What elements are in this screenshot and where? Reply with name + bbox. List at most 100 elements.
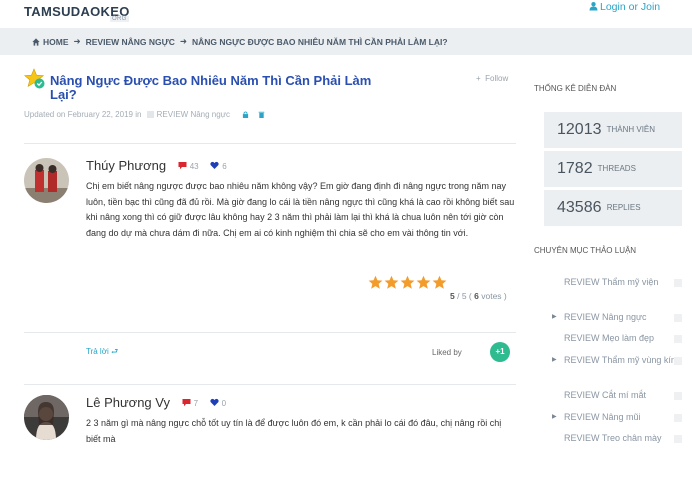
- reply-arrow-icon: ⮐: [110, 347, 119, 356]
- category-label: REVIEW Treo chân mày: [564, 433, 662, 443]
- home-icon: [32, 37, 40, 46]
- category-item[interactable]: ▶REVIEW Thẩm mỹ viện: [564, 275, 684, 289]
- post-body: Chị em biết nâng ngược được bao nhiêu nă…: [86, 181, 515, 238]
- breadcrumb-section[interactable]: REVIEW NÂNG NGỰC: [86, 37, 175, 47]
- reply-label: Trả lời: [86, 347, 109, 356]
- rating-stars[interactable]: [368, 275, 447, 290]
- login-link[interactable]: Login or Join: [589, 1, 660, 13]
- trash-icon[interactable]: [258, 111, 265, 118]
- plus-icon: +: [476, 74, 481, 83]
- category-label: REVIEW Mẹo làm đẹp: [564, 333, 655, 343]
- login-label: Login or Join: [600, 1, 661, 13]
- user-icon: [589, 2, 598, 11]
- caret-right-icon: ▶: [552, 314, 557, 320]
- stat-label: THREADS: [597, 164, 636, 173]
- category-label: REVIEW Cắt mí mắt: [564, 390, 647, 400]
- logo-suffix: ORG: [110, 16, 129, 22]
- author-name-text: Thúy Phương: [86, 158, 167, 173]
- like-count: 6: [210, 161, 227, 171]
- plus-one-button[interactable]: +1: [490, 342, 510, 362]
- comment-count-value: 43: [189, 162, 199, 171]
- like-count-value: 6: [222, 162, 227, 171]
- caret-right-icon: ▶: [552, 414, 557, 420]
- like-count: 0: [210, 398, 226, 408]
- breadcrumb: HOME ➜ REVIEW NÂNG NGỰC ➜ NÂNG NGỰC ĐƯỢC…: [0, 28, 692, 55]
- comment-count-value: 7: [193, 399, 199, 408]
- category-square-icon: [146, 111, 154, 118]
- liked-by-label: Liked by: [432, 348, 462, 357]
- author-name[interactable]: Thúy Phương 43 6: [86, 158, 227, 173]
- category-item[interactable]: REVIEW Treo chân mày: [564, 431, 684, 445]
- divider: [24, 384, 516, 385]
- reply-button[interactable]: Trả lời ⮐: [86, 346, 118, 360]
- thread-meta: Updated on February 22, 2019 in REVIEW N…: [24, 110, 268, 119]
- stats-heading: THỐNG KÊ DIỄN ĐÀN: [534, 84, 617, 93]
- thread-category-link[interactable]: REVIEW Nâng ngực: [157, 110, 230, 119]
- rating-summary: 5 / 5 ( 6 votes ): [450, 291, 507, 301]
- thread-title: Nâng Ngực Được Bao Nhiêu Năm Thì Cần Phả…: [50, 73, 372, 102]
- category-item[interactable]: ▶ REVIEW Nâng ngực: [552, 310, 684, 324]
- rating-star-icon[interactable]: [368, 275, 383, 290]
- divider: [24, 143, 516, 144]
- rating-max: 5: [461, 291, 467, 301]
- rating-value: 5: [450, 291, 455, 301]
- follow-label: Follow: [485, 74, 509, 83]
- votes-label: votes: [481, 291, 502, 301]
- stat-value: 1782: [557, 160, 593, 177]
- rating-star-icon[interactable]: [432, 275, 447, 290]
- avatar[interactable]: [24, 158, 69, 203]
- heart-icon: [210, 398, 219, 406]
- arrow-right-icon: ➜: [179, 36, 187, 46]
- site-logo[interactable]: TAMSUDAOKEO ORG: [24, 4, 130, 22]
- top-bar: TAMSUDAOKEO ORG Login or Join: [0, 0, 692, 26]
- post-body: 2 3 năm gì mà nâng ngực chỗ tốt uy tín l…: [86, 418, 502, 444]
- arrow-right-icon: ➜: [73, 36, 81, 46]
- category-count-box: [674, 335, 682, 343]
- caret-right-icon: ▶: [552, 357, 557, 363]
- breadcrumb-current: NÂNG NGỰC ĐƯỢC BAO NHIÊU NĂM THÌ CẦN PHẢ…: [191, 36, 448, 47]
- divider: [24, 332, 516, 333]
- stat-members: 12013 THÀNH VIÊN: [544, 112, 682, 148]
- comment-count: 7: [182, 398, 198, 408]
- category-item[interactable]: REVIEW Cắt mí mắt: [564, 388, 684, 402]
- stat-label: THÀNH VIÊN: [606, 125, 656, 134]
- stat-value: 12013: [557, 121, 602, 138]
- updated-text: Updated on February 22, 2019 in: [24, 110, 142, 119]
- stat-threads: 1782 THREADS: [544, 151, 682, 187]
- comment-icon: [178, 162, 187, 170]
- stat-value: 43586: [557, 199, 602, 216]
- breadcrumb-home[interactable]: HOME: [43, 37, 69, 47]
- votes-count: 6: [474, 291, 479, 301]
- post-item: Thúy Phương 43 6 Chị em biết nâng ngược …: [24, 158, 516, 362]
- avatar[interactable]: [24, 395, 69, 440]
- rating-star-icon[interactable]: [384, 275, 399, 290]
- category-count-box: [674, 357, 682, 365]
- category-count-box: [674, 279, 682, 287]
- author-name[interactable]: Lê Phương Vy 7 0: [86, 395, 226, 410]
- category-count-box: [674, 392, 682, 400]
- category-label: REVIEW Nâng ngực: [564, 312, 647, 322]
- comment-count: 43: [178, 161, 199, 171]
- rating-star-icon[interactable]: [400, 275, 415, 290]
- rating-star-icon[interactable]: [416, 275, 431, 290]
- like-count-value: 0: [221, 399, 227, 408]
- category-label: REVIEW Thẩm mỹ vùng kín: [564, 355, 676, 365]
- stat-replies: 43586 REPLIES: [544, 190, 682, 226]
- category-item[interactable]: REVIEW Mẹo làm đẹp: [564, 331, 684, 345]
- category-count-box: [674, 414, 682, 422]
- featured-star-icon: [24, 68, 45, 89]
- heart-icon: [210, 161, 219, 169]
- follow-button[interactable]: + Follow: [476, 74, 508, 83]
- category-count-box: [674, 314, 682, 322]
- category-count-box: [674, 435, 682, 443]
- category-item[interactable]: ▶ REVIEW Thẩm mỹ vùng kín: [552, 353, 684, 367]
- lock-icon: [243, 111, 249, 118]
- category-label: REVIEW Thẩm mỹ viện: [564, 277, 659, 287]
- stat-label: REPLIES: [606, 203, 641, 212]
- comment-icon: [182, 399, 191, 407]
- categories-heading: CHUYÊN MỤC THẢO LUẬN: [534, 246, 637, 255]
- author-name-text: Lê Phương Vy: [86, 395, 170, 410]
- post-item: Lê Phương Vy 7 0 2 3 năm gì mà nâng ngực…: [24, 395, 516, 465]
- category-label: REVIEW Nâng mũi: [564, 412, 641, 422]
- category-item[interactable]: ▶ REVIEW Nâng mũi: [552, 410, 684, 424]
